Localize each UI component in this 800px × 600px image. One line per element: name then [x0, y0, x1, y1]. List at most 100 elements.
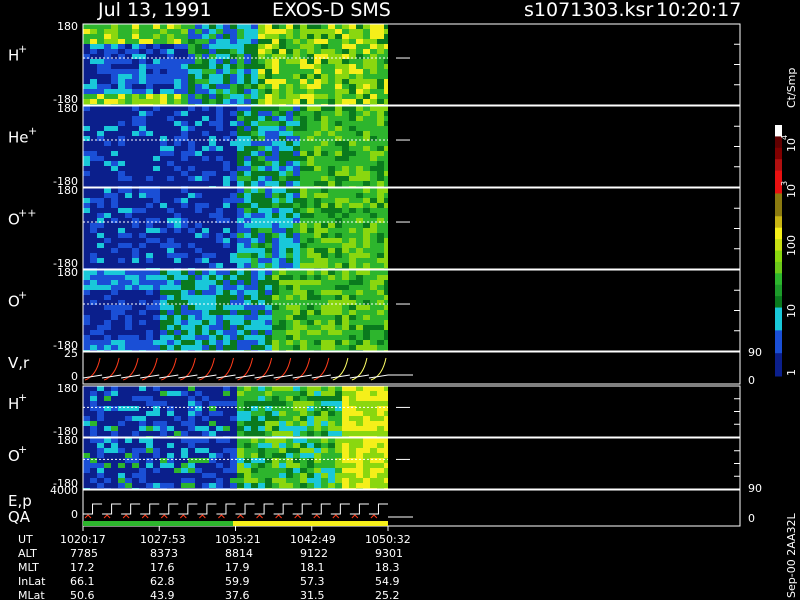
- heatmap-cell: [181, 270, 188, 275]
- heatmap-cell: [314, 483, 321, 488]
- heatmap-cell: [118, 295, 125, 300]
- heatmap-cell: [97, 386, 104, 391]
- heatmap-cell: [377, 198, 384, 203]
- heatmap-cell: [307, 198, 314, 203]
- heatmap-cell: [132, 335, 139, 340]
- heatmap-cell: [328, 208, 335, 213]
- heatmap-cell: [132, 69, 139, 74]
- heatmap-cell: [356, 151, 363, 156]
- heatmap-cell: [237, 263, 244, 268]
- heatmap-cell: [230, 171, 237, 176]
- heatmap-cell: [258, 330, 265, 335]
- heatmap-cell: [251, 438, 258, 443]
- heatmap-cell: [90, 253, 97, 258]
- heatmap-cell: [307, 438, 314, 443]
- heatmap-cell: [244, 416, 251, 421]
- heatmap-cell: [97, 166, 104, 171]
- heatmap-cell: [377, 106, 384, 111]
- heatmap-cell: [167, 345, 174, 350]
- heatmap-cell: [132, 463, 139, 468]
- heatmap-cell: [321, 49, 328, 54]
- heatmap-cell: [363, 238, 370, 243]
- heatmap-cell: [146, 166, 153, 171]
- heatmap-cell: [153, 99, 160, 104]
- heatmap-cell: [335, 59, 342, 64]
- heatmap-cell: [377, 285, 384, 290]
- heatmap-cell: [314, 411, 321, 416]
- heatmap-cell: [384, 34, 388, 39]
- heatmap-cell: [300, 156, 307, 161]
- heatmap-cell: [349, 146, 356, 151]
- heatmap-cell: [83, 453, 90, 458]
- heatmap-cell: [97, 59, 104, 64]
- heatmap-cell: [202, 59, 209, 64]
- heatmap-cell: [356, 478, 363, 483]
- heatmap-cell: [83, 280, 90, 285]
- heatmap-cell: [300, 280, 307, 285]
- heatmap-cell: [321, 290, 328, 295]
- heatmap-cell: [125, 188, 132, 193]
- heatmap-cell: [202, 285, 209, 290]
- heatmap-cell: [174, 59, 181, 64]
- colorbar-label-1: 1: [785, 369, 798, 376]
- heatmap-cell: [328, 411, 335, 416]
- heatmap-cell: [167, 483, 174, 488]
- heatmap-cell: [265, 290, 272, 295]
- heatmap-cell: [244, 228, 251, 233]
- heatmap-cell: [272, 203, 279, 208]
- heatmap-cell: [335, 181, 342, 186]
- heatmap-cell: [83, 325, 90, 330]
- heatmap-cell: [286, 473, 293, 478]
- heatmap-cell: [272, 315, 279, 320]
- heatmap-cell: [363, 396, 370, 401]
- heatmap-cell: [139, 49, 146, 54]
- heatmap-cell: [328, 188, 335, 193]
- heatmap-cell: [363, 156, 370, 161]
- heatmap-cell: [83, 193, 90, 198]
- heatmap-cell: [279, 156, 286, 161]
- heatmap-cell: [167, 270, 174, 275]
- heatmap-cell: [363, 141, 370, 146]
- heatmap-cell: [146, 141, 153, 146]
- heatmap-cell: [272, 483, 279, 488]
- heatmap-cell: [125, 248, 132, 253]
- heatmap-cell: [132, 330, 139, 335]
- heatmap-cell: [195, 188, 202, 193]
- heatmap-cell: [181, 473, 188, 478]
- heatmap-cell: [237, 156, 244, 161]
- heatmap-cell: [139, 116, 146, 121]
- table-row-label: UT: [18, 533, 33, 546]
- heatmap-cell: [167, 74, 174, 79]
- heatmap-cell: [90, 59, 97, 64]
- heatmap-cell: [293, 188, 300, 193]
- heatmap-cell: [167, 151, 174, 156]
- heatmap-cell: [174, 181, 181, 186]
- heatmap-cell: [377, 79, 384, 84]
- heatmap-cell: [90, 193, 97, 198]
- heatmap-cell: [335, 280, 342, 285]
- heatmap-cell: [251, 171, 258, 176]
- heatmap-cell: [244, 253, 251, 258]
- heatmap-cell: [307, 463, 314, 468]
- heatmap-cell: [237, 295, 244, 300]
- heatmap-cell: [272, 171, 279, 176]
- heatmap-cell: [307, 310, 314, 315]
- heatmap-cell: [118, 233, 125, 238]
- heatmap-cell: [279, 188, 286, 193]
- heatmap-cell: [195, 258, 202, 263]
- heatmap-cell: [174, 94, 181, 99]
- heatmap-cell: [202, 74, 209, 79]
- heatmap-cell: [195, 208, 202, 213]
- heatmap-cell: [258, 126, 265, 131]
- heatmap-cell: [118, 106, 125, 111]
- heatmap-cell: [97, 335, 104, 340]
- heatmap-cell: [167, 181, 174, 186]
- heatmap-cell: [230, 111, 237, 116]
- heatmap-cell: [223, 458, 230, 463]
- heatmap-cell: [300, 69, 307, 74]
- heatmap-cell: [349, 325, 356, 330]
- heatmap-cell: [293, 106, 300, 111]
- heatmap-cell: [377, 94, 384, 99]
- heatmap-cell: [307, 29, 314, 34]
- heatmap-cell: [349, 223, 356, 228]
